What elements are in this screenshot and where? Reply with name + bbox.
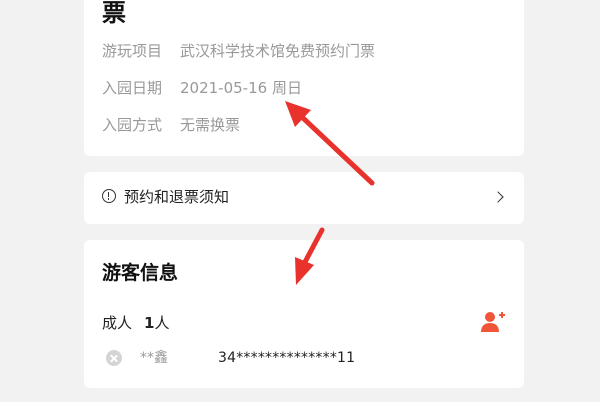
info-row-date: 入园日期 2021-05-16 周日 xyxy=(102,78,302,98)
add-person-svg xyxy=(481,312,505,332)
visitor-info-card: 游客信息 成人 1人 **鑫 34**************11 xyxy=(84,240,524,388)
visitor-section-title: 游客信息 xyxy=(102,262,179,284)
chevron-right-icon xyxy=(492,191,504,203)
notice-label: 预约和退票须知 xyxy=(124,188,230,206)
visitor-type-row: 成人 1人 xyxy=(102,313,169,333)
info-row-entry-method: 入园方式 无需换票 xyxy=(102,115,240,135)
info-label: 入园日期 xyxy=(102,79,163,97)
add-person-icon[interactable] xyxy=(480,310,506,334)
remove-visitor-icon[interactable] xyxy=(106,350,122,366)
visitor-entry: **鑫 34**************11 xyxy=(102,347,502,369)
visitor-id-number: 34**************11 xyxy=(218,350,356,366)
ticket-info-card: 票 游玩项目 武汉科学技术馆免费预约门票 入园日期 2021-05-16 周日 入园… xyxy=(84,0,524,156)
visitor-name: **鑫 xyxy=(140,350,168,366)
info-value: 无需换票 xyxy=(180,116,241,134)
info-label: 入园方式 xyxy=(102,116,163,134)
info-circle-icon xyxy=(102,189,116,203)
info-row-project: 游玩项目 武汉科学技术馆免费预约门票 xyxy=(102,41,375,61)
ticket-title: 票 xyxy=(102,0,126,27)
visitor-count: 1 xyxy=(144,314,155,332)
info-value: 2021-05-16 周日 xyxy=(180,79,302,97)
visitor-count-unit: 人 xyxy=(154,314,170,332)
booking-refund-notice-row[interactable]: 预约和退票须知 xyxy=(84,172,524,224)
info-label: 游玩项目 xyxy=(102,42,163,60)
info-value: 武汉科学技术馆免费预约门票 xyxy=(180,42,376,60)
visitor-type-label: 成人 xyxy=(102,314,133,332)
